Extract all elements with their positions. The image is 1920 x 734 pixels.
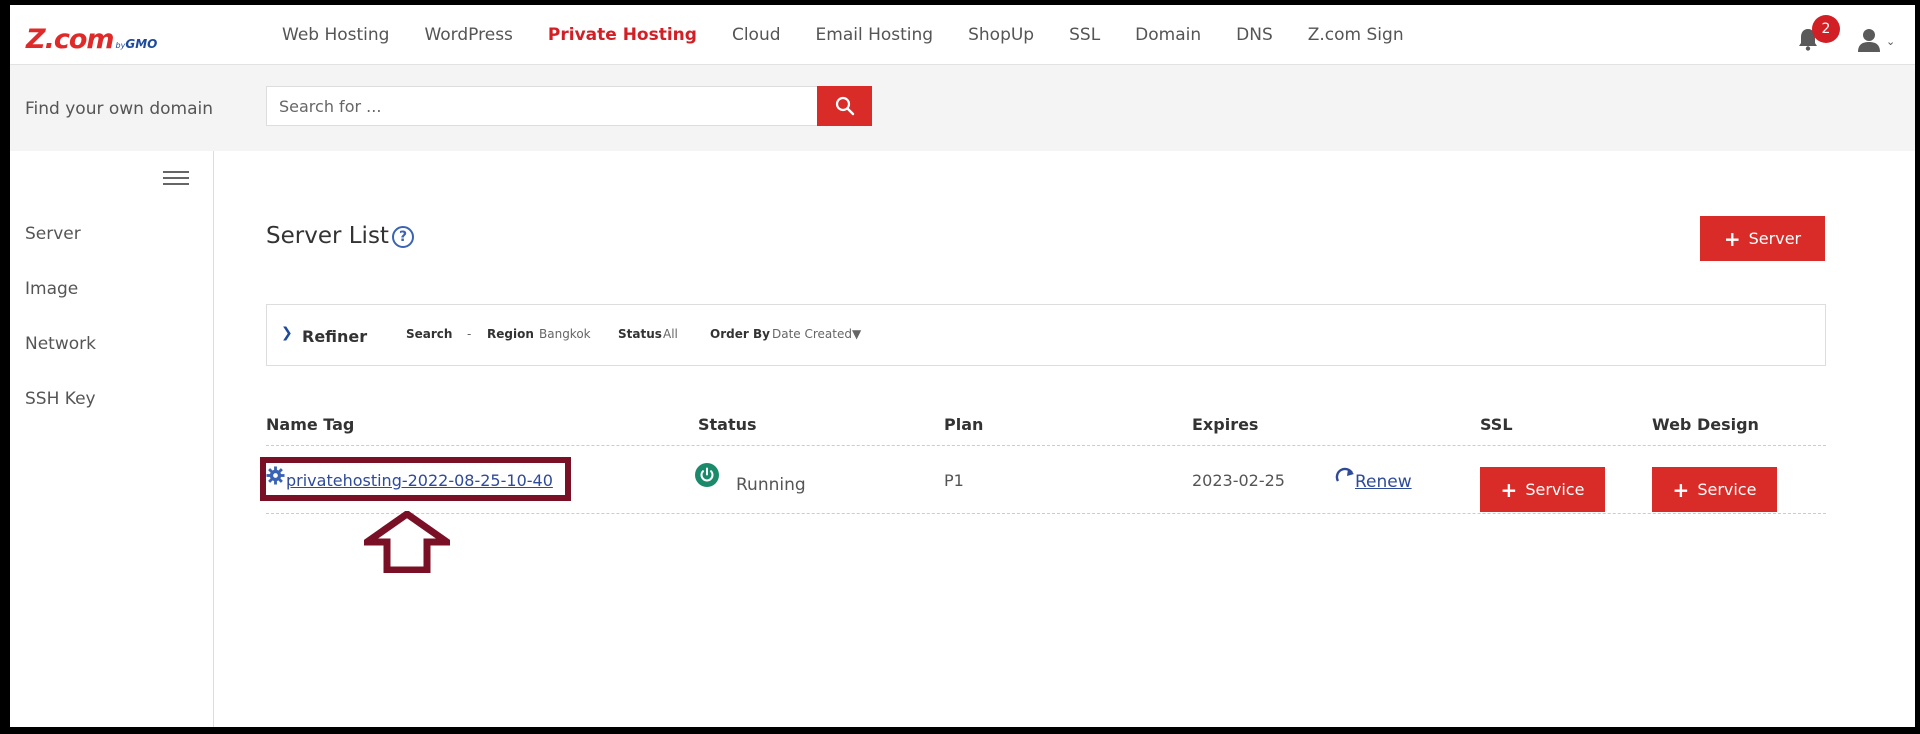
domain-search-bar: Find your own domain [10, 65, 1915, 151]
page-title: Server List [266, 223, 389, 249]
add-server-label: Server [1748, 229, 1802, 248]
domain-search-button[interactable] [817, 86, 872, 126]
nav-wordpress[interactable]: WordPress [424, 25, 512, 45]
main-menu: Web Hosting WordPress Private Hosting Cl… [282, 5, 1439, 65]
logo-gmo-text: GMO [125, 37, 158, 51]
filter-search-value: - [467, 327, 472, 341]
highlight-box [260, 457, 571, 501]
nav-ssl[interactable]: SSL [1069, 25, 1100, 45]
renew-link[interactable]: Renew [1355, 472, 1412, 492]
add-server-button[interactable]: + Server [1700, 216, 1825, 261]
sidebar: Server Image Network SSH Key [10, 151, 214, 727]
logo-by-text: by [115, 41, 126, 50]
filter-status-key: Status [618, 327, 662, 341]
nav-shopup[interactable]: ShopUp [968, 25, 1034, 45]
nav-web-hosting[interactable]: Web Hosting [282, 25, 389, 45]
table-divider [266, 513, 1826, 514]
nav-email-hosting[interactable]: Email Hosting [816, 25, 934, 45]
hamburger-icon[interactable] [163, 171, 189, 189]
column-header-expires: Expires [1192, 415, 1259, 434]
filter-orderby-value[interactable]: Date Created▼ [772, 327, 861, 341]
nav-zcom-sign[interactable]: Z.com Sign [1308, 25, 1404, 45]
chevron-down-icon[interactable]: ⌄ [1886, 35, 1895, 48]
add-ssl-service-label: Service [1525, 480, 1585, 499]
add-ssl-service-button[interactable]: + Service [1480, 467, 1605, 512]
column-header-status: Status [698, 415, 757, 434]
notification-badge[interactable]: 2 [1812, 15, 1840, 43]
search-icon [835, 96, 854, 116]
filter-search-key: Search [406, 327, 453, 341]
arrow-up-icon [364, 511, 450, 573]
filter-orderby-key: Order By [710, 327, 770, 341]
sidebar-item-image[interactable]: Image [25, 279, 78, 299]
sidebar-item-ssh-key[interactable]: SSH Key [25, 389, 96, 409]
table-divider [266, 445, 1826, 446]
column-header-web-design: Web Design [1652, 415, 1759, 434]
refiner-label[interactable]: Refiner [302, 327, 367, 346]
column-header-ssl: SSL [1480, 415, 1513, 434]
help-icon[interactable]: ? [392, 226, 414, 248]
sidebar-item-network[interactable]: Network [25, 334, 96, 354]
zcom-logo[interactable]: Z.com by GMO [26, 24, 158, 55]
sidebar-item-server[interactable]: Server [25, 224, 81, 244]
column-header-plan: Plan [944, 415, 984, 434]
add-web-design-service-button[interactable]: + Service [1652, 467, 1777, 512]
nav-cloud[interactable]: Cloud [732, 25, 781, 45]
nav-private-hosting[interactable]: Private Hosting [548, 25, 697, 45]
server-status: Running [736, 475, 806, 495]
app-window: Z.com by GMO Web Hosting WordPress Priva… [10, 5, 1915, 727]
server-expires: 2023-02-25 [1192, 471, 1285, 490]
domain-search-input[interactable] [266, 86, 818, 126]
top-nav: Z.com by GMO Web Hosting WordPress Priva… [10, 5, 1915, 65]
power-icon [695, 463, 719, 487]
nav-domain[interactable]: Domain [1135, 25, 1201, 45]
column-header-name-tag: Name Tag [266, 415, 355, 434]
domain-search-label: Find your own domain [25, 99, 214, 119]
refiner-panel[interactable]: ❯ Refiner Search - Region Bangkok Status… [266, 304, 1826, 366]
add-web-design-service-label: Service [1697, 480, 1757, 499]
plus-icon: + [1723, 226, 1741, 251]
chevron-right-icon[interactable]: ❯ [281, 325, 293, 341]
nav-dns[interactable]: DNS [1236, 25, 1273, 45]
logo-text: Z.com [26, 24, 115, 55]
server-plan: P1 [944, 471, 964, 490]
filter-status-value: All [663, 327, 678, 341]
renew-icon[interactable] [1335, 467, 1357, 487]
user-icon[interactable] [1856, 28, 1882, 52]
plus-icon: + [1672, 477, 1690, 502]
filter-region-value: Bangkok [539, 327, 591, 341]
plus-icon: + [1500, 477, 1518, 502]
filter-region-key: Region [487, 327, 534, 341]
